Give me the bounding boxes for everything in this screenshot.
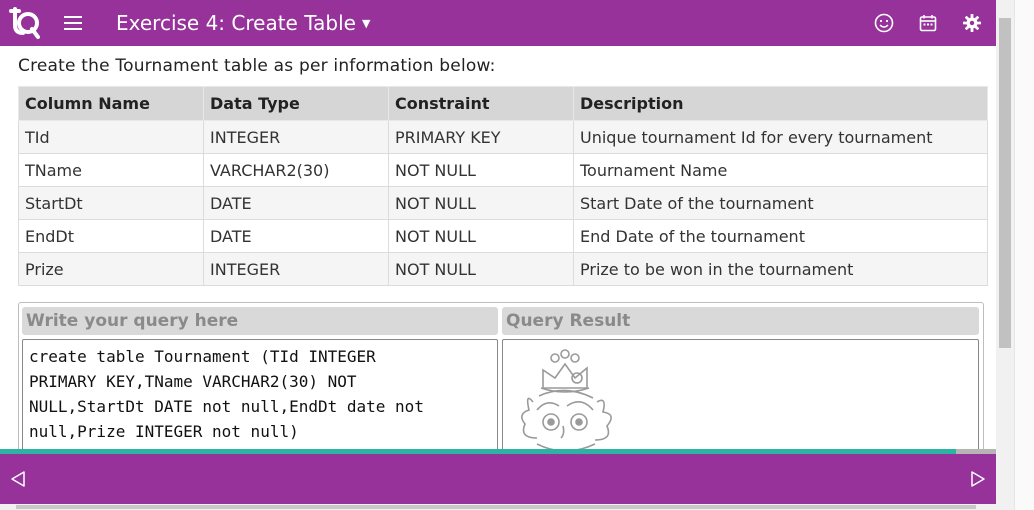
table-row: StartDt DATE NOT NULL Start Date of the …	[18, 186, 988, 220]
calendar-icon[interactable]	[914, 9, 942, 37]
table-cell: Start Date of the tournament	[573, 186, 988, 220]
table-cell: Prize	[18, 252, 204, 286]
column-header: Constraint	[388, 86, 574, 121]
exercise-instructions: Create the Tournament table as per infor…	[18, 56, 496, 76]
table-cell: StartDt	[18, 186, 204, 220]
query-workarea: Write your query here Query Result creat…	[18, 302, 984, 454]
column-header: Description	[573, 86, 988, 121]
column-header: Column Name	[18, 86, 204, 121]
mascot-illustration	[521, 349, 612, 450]
table-cell: TId	[18, 120, 204, 154]
next-button[interactable]	[968, 468, 988, 490]
top-icons	[854, 0, 986, 46]
table-cell: NOT NULL	[388, 219, 574, 253]
table-row: TId INTEGER PRIMARY KEY Unique tournamen…	[18, 120, 988, 154]
triangle-right-icon	[971, 471, 985, 487]
table-cell: NOT NULL	[388, 153, 574, 187]
top-bar: Exercise 4: Create Table ▼	[0, 0, 996, 46]
table-cell: INTEGER	[203, 120, 389, 154]
exercise-content: Create the Tournament table as per infor…	[18, 56, 990, 286]
query-pane-header: Write your query here	[22, 307, 498, 335]
app-window: Exercise 4: Create Table ▼ Create the To…	[0, 0, 996, 510]
column-spec-table: Column Name Data Type Constraint Descrip…	[18, 86, 988, 286]
table-cell: DATE	[203, 219, 389, 253]
query-result-panel	[502, 339, 979, 451]
bottom-nav-bar	[0, 454, 996, 504]
logo-icon[interactable]	[4, 3, 44, 43]
table-cell: Unique tournament Id for every tournamen…	[573, 120, 988, 154]
menu-icon[interactable]	[64, 16, 82, 30]
table-cell: Prize to be won in the tournament	[573, 252, 988, 286]
previous-button[interactable]	[8, 468, 28, 490]
smiley-icon[interactable]	[870, 9, 898, 37]
vertical-scrollbar[interactable]	[996, 0, 1014, 510]
triangle-left-icon	[11, 471, 25, 487]
page-title: Exercise 4: Create Table	[116, 11, 356, 35]
table-cell: NOT NULL	[388, 252, 574, 286]
table-cell: VARCHAR2(30)	[203, 153, 389, 187]
table-cell: INTEGER	[203, 252, 389, 286]
table-cell: NOT NULL	[388, 186, 574, 220]
vertical-scroll-thumb[interactable]	[999, 18, 1011, 348]
result-pane-header: Query Result	[502, 307, 979, 335]
table-row: Prize INTEGER NOT NULL Prize to be won i…	[18, 252, 988, 286]
table-row: EndDt DATE NOT NULL End Date of the tour…	[18, 219, 988, 253]
exercise-title-dropdown[interactable]: Exercise 4: Create Table ▼	[116, 11, 370, 35]
query-input[interactable]: create table Tournament (TId INTEGER PRI…	[22, 339, 498, 451]
table-cell: PRIMARY KEY	[388, 120, 574, 154]
table-cell: End Date of the tournament	[573, 219, 988, 253]
horizontal-scrollbar[interactable]	[0, 504, 996, 510]
chevron-down-icon: ▼	[361, 16, 371, 30]
table-cell: DATE	[203, 186, 389, 220]
side-panel-edge	[1014, 0, 1034, 510]
table-cell: TName	[18, 153, 204, 187]
table-row: TName VARCHAR2(30) NOT NULL Tournament N…	[18, 153, 988, 187]
settings-icon[interactable]	[958, 9, 986, 37]
horizontal-scroll-thumb[interactable]	[16, 505, 976, 509]
table-cell: EndDt	[18, 219, 204, 253]
table-header-row: Column Name Data Type Constraint Descrip…	[18, 86, 988, 121]
column-header: Data Type	[203, 86, 389, 121]
table-cell: Tournament Name	[573, 153, 988, 187]
